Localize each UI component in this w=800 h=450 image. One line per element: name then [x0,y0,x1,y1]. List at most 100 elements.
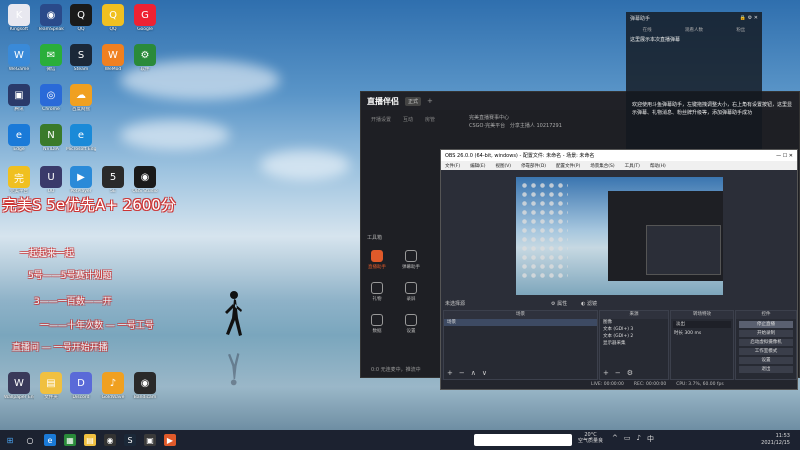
source-item[interactable]: 文本 (GDI+) 3 [600,326,668,333]
menu-tools[interactable]: 工具(T) [625,163,640,169]
start-recording-button[interactable]: 开始录制 [739,330,793,337]
obs-window-controls[interactable]: — ☐ ✕ [776,153,793,159]
tab-interaction[interactable]: 互动 [403,116,413,123]
desktop-icon[interactable]: W WeMod [98,44,128,72]
app-icon: ⚙ [134,44,156,66]
tool-live-assistant[interactable]: 直播助手 [363,250,391,270]
desktop-icon[interactable]: ▶ PotPlayer [66,166,96,194]
scene-item[interactable]: 场景 [444,319,597,326]
gift-icon [371,282,383,294]
input-method-icon[interactable]: 中 [647,434,654,444]
add-icon[interactable]: + [427,97,433,105]
source-item[interactable]: 文本 (GDI+) 2 [600,333,668,340]
remove-icon[interactable]: − [615,369,621,377]
chevron-up-icon[interactable]: ^ [612,434,618,444]
obs-titlebar[interactable]: OBS 26.0.0 (64-bit, windows) - 配置文件: 未命名… [441,150,797,161]
desktop-icon[interactable]: ◉ TeamSpeak [36,4,66,32]
desktop-icon[interactable]: ◎ Chrome [36,84,66,112]
app-icon[interactable]: ▣ [144,434,156,446]
menu-profile[interactable]: 配置文件(P) [556,163,580,169]
add-icon[interactable]: + [603,369,609,377]
desktop-icon[interactable]: Q QQ [66,4,96,32]
folder-icon[interactable]: ▤ [84,434,96,446]
menu-scene-collection[interactable]: 场景集合(S) [590,163,614,169]
taskbar-search-input[interactable] [474,434,572,446]
down-icon[interactable]: ∨ [482,369,487,377]
stop-streaming-button[interactable]: 停止直播 [739,321,793,328]
desktop-icon[interactable]: ♪ GoldWave [98,372,128,400]
add-icon[interactable]: + [447,369,453,377]
desktop-icon[interactable]: S Steam [66,44,96,72]
danmaku-panel[interactable]: 弹幕助手 🔒 ⚙ ✕ 在线 观看人数 粉丝 这里展示本次直播弹幕 [626,12,762,172]
desktop-icon[interactable]: ◉ OBS Studio [130,166,160,194]
app-icon: ▤ [40,372,62,394]
virtual-camera-button[interactable]: 启动虚拟摄像机 [739,339,793,346]
network-icon[interactable]: ▭ [624,434,631,444]
desktop-icon[interactable]: ◉ Bandicam [130,372,160,400]
toolbox-label: 工具箱 [367,235,383,241]
desktop-icon[interactable]: G Google [130,4,160,32]
source-item[interactable]: 显示器采集 [600,340,668,347]
tool-danmaku[interactable]: 弹幕助手 [397,250,425,270]
desktop-icon[interactable]: 完完美平台 [4,166,34,194]
desktop-icon[interactable]: 5 5E [98,166,128,194]
source-item[interactable]: 图像 [600,319,668,326]
search-icon[interactable]: ○ [24,434,36,446]
exit-button[interactable]: 退出 [739,366,793,373]
desktop-icon[interactable]: e Microsoft Edge [66,124,96,152]
record-icon [405,282,417,294]
overlay-line: 直播间 — 一号开始开播 [12,343,108,353]
duration-input[interactable]: 300 ms [684,331,701,336]
weather-widget[interactable]: 20°C 空气质量良 [578,432,603,444]
desktop-icon[interactable]: K Kingsoft [4,4,34,32]
desktop-icon[interactable]: D Discord [66,372,96,400]
desktop-icon[interactable]: Q QQ [98,4,128,32]
settings-button[interactable]: 设置 [739,357,793,364]
menu-docks[interactable]: 停靠部件(D) [521,163,546,169]
filters-button[interactable]: ◐ 滤镜 [581,300,597,307]
transitions-dock: 转场特效 淡出 时长 300 ms [670,310,734,380]
clock-time: 11:53 [775,433,790,439]
overlay-title: 完美S 5e优先A+ 2600分 [2,196,176,214]
menu-edit[interactable]: 编辑(E) [470,163,485,169]
desktop-icon[interactable]: ⚙ 软件 [130,44,160,72]
studio-mode-button[interactable]: 工作室模式 [739,348,793,355]
live-time: LIVE: 00:00:00 [591,382,624,387]
obs-preview[interactable] [516,177,723,295]
desktop-icon[interactable]: ▤ 文件夹 [36,372,66,400]
properties-button[interactable]: ⚙ 属性 [551,300,567,307]
tab-live-settings[interactable]: 开播设置 [371,116,391,123]
tool-data[interactable]: 数据 [363,314,391,334]
transition-select[interactable]: 淡出 [673,321,731,328]
remove-icon[interactable]: − [459,369,465,377]
menu-view[interactable]: 视图(V) [495,163,511,169]
desktop-icon[interactable]: W WeGame [4,44,34,72]
menu-help[interactable]: 帮助(H) [650,163,666,169]
menu-file[interactable]: 文件(F) [445,163,460,169]
live-helper-icon[interactable]: ▶ [164,434,176,446]
start-icon[interactable]: ⊞ [4,434,16,446]
volume-icon[interactable]: ♪ [637,434,641,444]
up-icon[interactable]: ∧ [471,369,476,377]
desktop-icon[interactable]: ☁ 百度网盘 [66,84,96,112]
desktop-icon[interactable]: U UU [36,166,66,194]
steam-icon[interactable]: S [124,434,136,446]
edge-icon[interactable]: e [44,434,56,446]
desktop-icon[interactable]: ▣ 腾讯 [4,84,34,112]
tab-moderators[interactable]: 房管 [425,116,435,123]
desktop-icon[interactable]: e Edge [4,124,34,152]
window-controls[interactable]: 🔒 ⚙ ✕ [740,15,758,22]
tool-record[interactable]: 录屏 [397,282,425,302]
desktop-icon[interactable]: N NVIDIA [36,124,66,152]
desktop-icon-label: TeamSpeak [38,27,64,32]
store-icon[interactable]: ▦ [64,434,76,446]
clock[interactable]: 11:53 2021/12/15 [761,433,790,447]
tool-settings[interactable]: 设置 [397,314,425,334]
desktop-icon[interactable]: ✉ 微信 [36,44,66,72]
gear-icon[interactable]: ⚙ [627,369,633,377]
tool-gift[interactable]: 礼物 [363,282,391,302]
obs-taskbar-icon[interactable]: ◉ [104,434,116,446]
stream-category[interactable]: CSGO·完美平台 [469,123,505,129]
clock-date: 2021/12/15 [761,440,790,446]
desktop-icon[interactable]: WWallpaper Engine [4,372,34,400]
